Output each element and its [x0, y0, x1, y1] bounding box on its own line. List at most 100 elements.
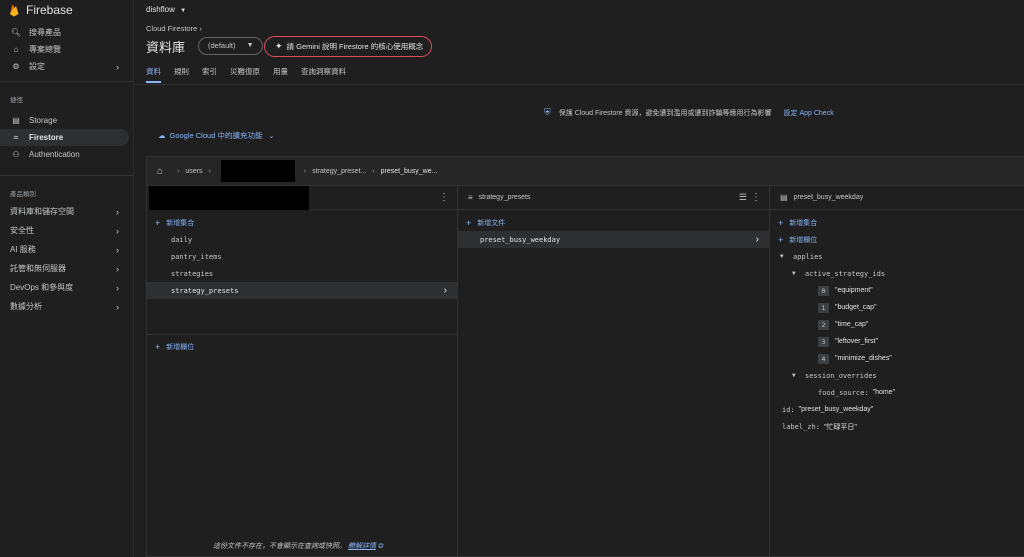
list-item[interactable]: pantry_items — [147, 248, 457, 265]
tab-indexes[interactable]: 索引 — [202, 66, 217, 83]
field-value: "preset_busy_weekday" — [798, 406, 874, 413]
nav-label: 資料庫和儲存空間 — [10, 207, 74, 216]
document-name: preset_busy_weekday — [480, 235, 561, 244]
home-icon[interactable]: ⌂ — [157, 166, 163, 177]
breadcrumb[interactable]: Cloud Firestore › — [146, 24, 202, 33]
array-item[interactable]: 2 "time_cap" — [780, 316, 1024, 333]
nav-label: DevOps 和參與度 — [10, 283, 74, 292]
chevron-right-icon: › — [116, 61, 119, 72]
add-collection-button[interactable]: + 新增集合 — [147, 214, 457, 231]
nav-project-overview[interactable]: ⌂ 專案總覽 — [0, 41, 133, 58]
field-row-applies[interactable]: ▼ applies — [780, 248, 1024, 265]
collection-icon: ≡ — [468, 193, 473, 202]
nav-category-security[interactable]: 安全性 › — [0, 221, 133, 240]
array-value: "time_cap" — [835, 321, 869, 328]
array-index: 1 — [818, 302, 829, 313]
field-row-active-strategy-ids[interactable]: ▼ active_strategy_ids — [780, 265, 1024, 282]
nav-storage[interactable]: ▤ Storage — [0, 112, 133, 129]
field-row-id[interactable]: id: "preset_busy_weekday" — [780, 401, 1024, 418]
nav-authentication[interactable]: ⚇ Authentication — [0, 146, 133, 163]
open-in-new-icon: ⧉ — [377, 543, 383, 550]
path-segment[interactable]: strategy_preset... — [312, 168, 366, 175]
gemini-explain-button[interactable]: ✦ 請 Gemini 說明 Firestore 的核心使用概念 — [264, 36, 433, 57]
nav-category-hosting[interactable]: 託管和無伺服器 › — [0, 259, 133, 278]
nav-firestore[interactable]: ≈ Firestore — [0, 129, 129, 146]
tab-disaster-recovery[interactable]: 災難復原 — [230, 66, 260, 83]
collection-name: strategies — [171, 269, 214, 278]
array-value: "minimize_dishes" — [835, 355, 892, 362]
list-item[interactable]: strategies — [147, 265, 457, 282]
plus-icon: + — [466, 217, 472, 228]
gcloud-label: Google Cloud 中的擴充功能 — [169, 131, 263, 140]
nav-category-databases[interactable]: 資料庫和儲存空間 › — [0, 202, 133, 221]
expand-triangle-icon[interactable]: ▼ — [792, 372, 800, 379]
add-field-button[interactable]: + 新增欄位 — [147, 338, 457, 355]
plus-icon: + — [778, 217, 784, 228]
array-index: 0 — [818, 285, 829, 296]
add-field-button[interactable]: + 新增欄位 — [770, 231, 1024, 248]
chevron-right-icon: › — [116, 225, 119, 236]
more-vert-icon[interactable]: ⋮ — [439, 192, 449, 203]
appcheck-link[interactable]: 設定 App Check — [784, 108, 834, 118]
redacted-block — [149, 186, 309, 210]
filter-icon[interactable]: ☰ — [739, 192, 747, 203]
database-select[interactable]: (default) ▼ — [198, 37, 263, 55]
array-item[interactable]: 0 "equipment" — [780, 282, 1024, 299]
project-switcher[interactable]: dishflow ▼ — [146, 5, 186, 14]
shield-icon: ⛨ — [544, 107, 551, 117]
array-index: 4 — [818, 353, 829, 364]
list-item-selected[interactable]: strategy_presets › — [147, 282, 457, 299]
nav-settings[interactable]: ⚙ 設定 › — [0, 58, 133, 75]
categories-section-label: 產品類別 — [10, 191, 36, 198]
add-collection-label: 新增集合 — [789, 219, 818, 227]
storage-icon: ▤ — [12, 116, 20, 125]
nav-category-ai[interactable]: AI 服務 › — [0, 240, 133, 259]
nav-label: Storage — [29, 116, 58, 125]
field-tree: ▼ applies ▼ active_strategy_ids 0 "equip… — [770, 248, 1024, 435]
array-item[interactable]: 4 "minimize_dishes" — [780, 350, 1024, 367]
collection-name: daily — [171, 235, 193, 244]
array-value: "budget_cap" — [835, 304, 877, 311]
column-title: preset_busy_weekday — [793, 194, 864, 201]
field-row-session-overrides[interactable]: ▼ session_overrides — [780, 367, 1024, 384]
more-vert-icon[interactable]: ⋮ — [751, 192, 761, 203]
nav-label: 專案總覽 — [29, 45, 61, 54]
tab-usage[interactable]: 用量 — [273, 66, 288, 83]
tab-data[interactable]: 資料 — [146, 66, 161, 83]
add-document-label: 新增文件 — [477, 219, 506, 227]
array-item[interactable]: 1 "budget_cap" — [780, 299, 1024, 316]
field-value: "home" — [872, 389, 896, 396]
expand-triangle-icon[interactable]: ▼ — [780, 253, 788, 260]
document-icon: ▤ — [780, 193, 788, 202]
tab-query-insights[interactable]: 查詢洞察資料 — [301, 66, 346, 83]
nav-category-analytics[interactable]: 數據分析 › — [0, 297, 133, 316]
expand-triangle-icon[interactable]: ▼ — [792, 270, 800, 277]
document-missing-note: 這份文件不存在，不會顯示在查詢或快照。 瞭解詳情 ⧉ — [213, 541, 383, 551]
add-document-button[interactable]: + 新增文件 — [458, 214, 769, 231]
chevron-right-icon: › — [372, 167, 375, 175]
list-item-selected[interactable]: preset_busy_weekday › — [458, 231, 769, 248]
add-collection-button[interactable]: + 新增集合 — [770, 214, 1024, 231]
field-key: food_source: — [818, 388, 869, 397]
field-key: active_strategy_ids — [805, 269, 886, 278]
page-title: 資料庫 — [146, 40, 186, 55]
chevron-right-icon: › — [755, 234, 759, 245]
firebase-brand[interactable]: Firebase — [0, 0, 133, 20]
field-key: label_zh: — [782, 422, 820, 431]
tab-rules[interactable]: 規則 — [174, 66, 189, 83]
array-item[interactable]: 3 "leftover_first" — [780, 333, 1024, 350]
nav-search-products[interactable]: 🔍︎ 搜尋產品 — [0, 24, 133, 41]
brand-name: Firebase — [26, 3, 73, 17]
add-field-label: 新增欄位 — [789, 236, 818, 244]
list-item[interactable]: daily — [147, 231, 457, 248]
path-breadcrumb: ⌂ › users › › strategy_preset... › prese… — [147, 157, 1024, 186]
google-cloud-extensions-link[interactable]: ☁ Google Cloud 中的擴充功能 ⌄ — [158, 130, 274, 141]
path-segment[interactable]: users — [185, 168, 202, 175]
chevron-right-icon: › — [116, 263, 119, 274]
nav-label: 安全性 — [10, 226, 34, 235]
note-text: 這份文件不存在，不會顯示在查詢或快照。 — [213, 543, 346, 550]
learn-more-link[interactable]: 瞭解詳情 — [348, 543, 376, 550]
nav-category-devops[interactable]: DevOps 和參與度 › — [0, 278, 133, 297]
field-row-food-source[interactable]: food_source: "home" — [780, 384, 1024, 401]
field-row-label-zh[interactable]: label_zh: "忙碌平日" — [780, 418, 1024, 435]
